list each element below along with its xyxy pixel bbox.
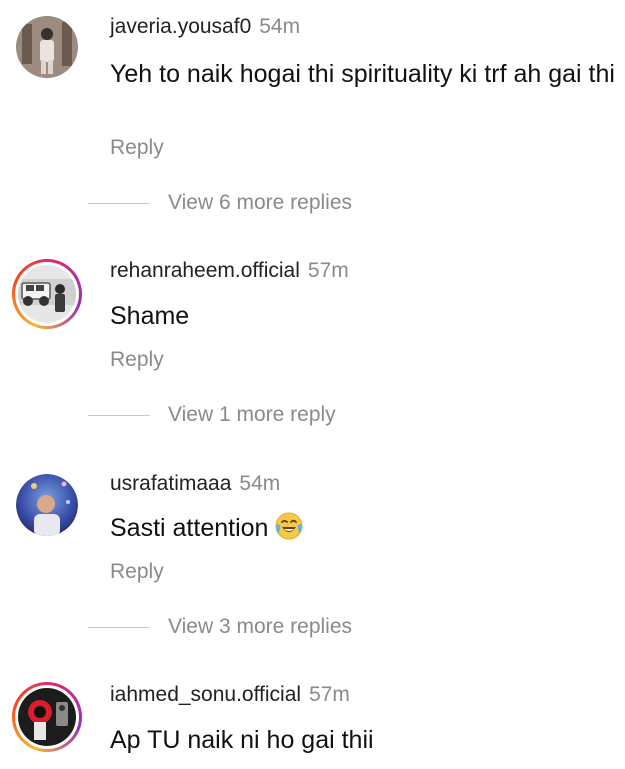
comment-text-content: Sasti attention [110, 514, 269, 542]
comment-text: Sasti attention [110, 510, 615, 546]
avatar[interactable] [12, 259, 82, 329]
view-more-replies-button[interactable]: View 3 more replies [88, 612, 352, 642]
profile-photo-icon [18, 688, 76, 746]
comment-text: Ap TU naik ni ho gai thii [110, 726, 374, 754]
timestamp: 57m [307, 259, 349, 282]
profile-photo-icon [16, 16, 78, 78]
comment-text: Shame [110, 302, 190, 330]
comment-meta: usrafatimaaa 54m [110, 471, 280, 497]
view-more-replies-label: View 3 more replies [168, 615, 353, 638]
view-more-replies-label: View 1 more reply [168, 403, 336, 426]
timestamp: 54m [259, 15, 301, 38]
comment-text: Yeh to naik hogai thi spirituality ki tr… [110, 60, 615, 88]
comment-meta: iahmed_sonu.official 57m [110, 682, 350, 708]
divider-line [88, 202, 150, 204]
reply-button[interactable]: Reply [110, 559, 164, 585]
profile-photo-icon [18, 265, 76, 323]
avatar[interactable] [16, 16, 78, 78]
view-more-replies-button[interactable]: View 6 more replies [88, 188, 352, 218]
comment-meta: javeria.yousaf0 54m [110, 14, 300, 40]
profile-photo-icon [16, 474, 78, 536]
reply-button[interactable]: Reply [110, 135, 164, 161]
timestamp: 57m [309, 683, 350, 706]
face-with-tears-of-joy-icon [274, 511, 304, 541]
reply-button[interactable]: Reply [110, 347, 164, 373]
comment-meta: rehanraheem.official 57m [110, 258, 349, 284]
view-more-replies-label: View 6 more replies [168, 191, 353, 214]
view-more-replies-button[interactable]: View 1 more reply [88, 400, 336, 430]
divider-line [88, 626, 150, 628]
timestamp: 54m [239, 472, 281, 495]
username[interactable]: rehanraheem.official [110, 259, 300, 282]
avatar[interactable] [16, 474, 78, 536]
username[interactable]: javeria.yousaf0 [110, 15, 251, 38]
divider-line [88, 414, 150, 416]
username[interactable]: usrafatimaaa [110, 472, 231, 495]
username[interactable]: iahmed_sonu.official [110, 683, 301, 706]
avatar[interactable] [12, 682, 82, 752]
